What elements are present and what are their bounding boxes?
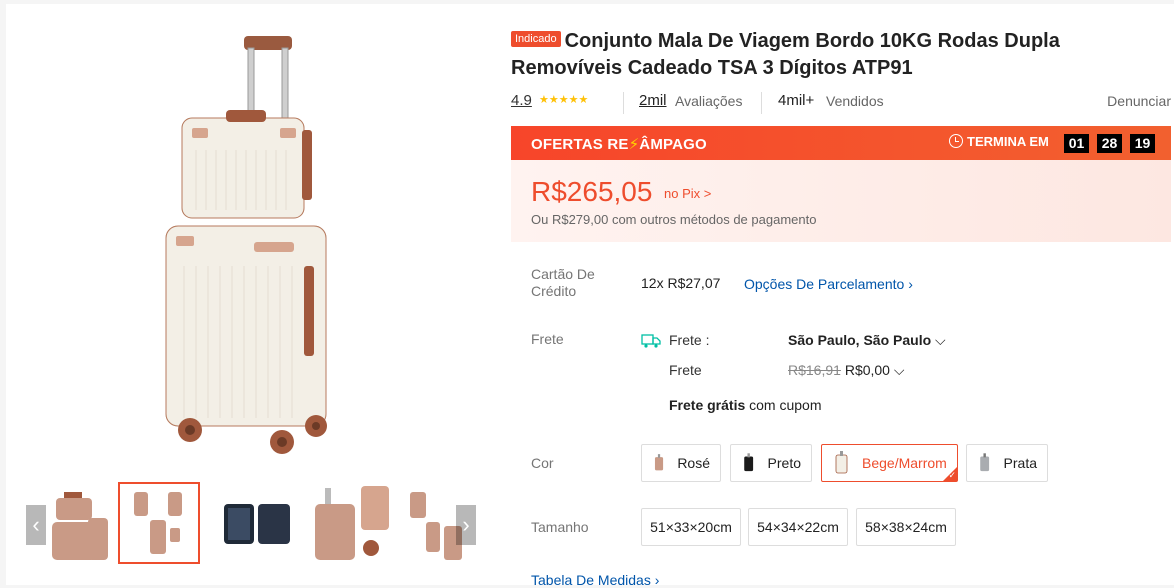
free-shipping-bold: Frete grátis (669, 397, 746, 413)
chevron-right-icon: › (654, 572, 660, 588)
credit-label: Cartão De Crédito (531, 266, 595, 299)
size-chart-link[interactable]: Tabela De Medidas › (531, 572, 659, 588)
chevron-right-icon: › (908, 276, 913, 292)
truck-icon (641, 334, 661, 348)
installment-options-link[interactable]: Opções De Parcelamento › (744, 276, 913, 292)
sold-label: Vendidos (826, 93, 884, 109)
thumbnail-next-arrow[interactable]: › (456, 505, 476, 545)
product-info: Indicado Conjunto Mala De Viagem Bordo 10… (511, 28, 1171, 588)
reviews-count[interactable]: 2mil (639, 92, 667, 109)
flash-title-part2: ÂMPAGO (639, 136, 707, 153)
star-icon: ★ (578, 94, 589, 106)
star-icon: ★ (558, 94, 569, 106)
color-option-label: Bege/Marrom (862, 455, 947, 471)
product-card: ‹ › Indicado Conjunto Mala De Viagem Bord… (6, 4, 1174, 588)
star-icon: ★ (568, 94, 579, 106)
new-shipping-cost: R$0,00 (844, 362, 890, 378)
suitcase-black-thumb (744, 453, 754, 472)
flash-sale-ends: TERMINA EM (949, 134, 1049, 149)
free-shipping-note: Frete grátis com cupom (669, 397, 822, 413)
thumbnail-4[interactable] (311, 482, 393, 564)
color-option-rose[interactable]: Rosé (641, 444, 721, 482)
shipping-cost[interactable]: R$16,91 R$0,00 ⌵ (788, 362, 905, 379)
color-option-label: Preto (767, 455, 801, 471)
flash-sale-title: OFERTAS RE⚡ÂMPAGO (531, 135, 707, 153)
divider (761, 92, 762, 114)
size-label: Tamanho (531, 519, 589, 535)
shipping-cost-label: Frete (669, 362, 702, 378)
flash-sale-banner: OFERTAS RE⚡ÂMPAGO TERMINA EM 01 28 19 (511, 126, 1171, 160)
suitcase-silver-thumb (980, 453, 990, 472)
old-shipping-cost: R$16,91 (788, 362, 841, 378)
color-label: Cor (531, 455, 554, 471)
pix-link[interactable]: no Pix > (664, 186, 711, 201)
color-option-prata[interactable]: Prata (966, 444, 1048, 482)
color-option-bege-marrom[interactable]: Bege/Marrom ✓ (821, 444, 958, 482)
shipping-location: São Paulo, São Paulo (788, 332, 932, 348)
thumbnail-2[interactable] (118, 482, 200, 564)
chevron-right-icon: › (462, 512, 470, 537)
star-icon: ★ (548, 94, 559, 106)
star-rating: ★★★★★ (539, 93, 588, 106)
shipping-location-select[interactable]: São Paulo, São Paulo ⌵ (788, 332, 946, 349)
product-title-text: Conjunto Mala De Viagem Bordo 10KG Rodas… (511, 30, 1060, 79)
chevron-down-icon: ⌵ (935, 332, 946, 348)
sold-count: 4mil+ (778, 92, 815, 109)
color-option-label: Prata (1003, 455, 1037, 471)
rating-value[interactable]: 4.9 (511, 92, 532, 109)
clock-icon (949, 134, 963, 148)
flash-title-part1: OFERTAS RE (531, 136, 629, 153)
timer-hours: 01 (1064, 134, 1089, 153)
thumbnail-3[interactable] (216, 482, 298, 564)
size-option-54x34x22[interactable]: 54×34×22cm (748, 508, 848, 546)
chevron-down-icon: ⌵ (893, 362, 905, 378)
selected-check-icon: ✓ (943, 467, 957, 481)
shipping-label: Frete (531, 331, 564, 347)
suitcase-beige-thumb (835, 451, 848, 474)
main-product-image[interactable] (136, 30, 356, 470)
timer-minutes: 28 (1097, 134, 1122, 153)
ends-label: TERMINA EM (967, 134, 1049, 149)
size-option-58x38x24[interactable]: 58×38×24cm (856, 508, 956, 546)
color-option-preto[interactable]: Preto (730, 444, 812, 482)
recommended-badge: Indicado (511, 31, 561, 47)
thumbnail-prev-arrow[interactable]: ‹ (26, 505, 46, 545)
color-option-label: Rosé (677, 455, 710, 471)
size-chart-label: Tabela De Medidas (531, 572, 651, 588)
installment-value: 12x R$27,07 (641, 275, 721, 291)
product-stats: 4.9 ★★★★★ 2mil Avaliações 4mil+ Vendidos… (511, 92, 1171, 114)
timer-seconds: 19 (1130, 134, 1155, 153)
product-title: Indicado Conjunto Mala De Viagem Bordo 10… (511, 28, 1171, 82)
chevron-left-icon: ‹ (32, 512, 40, 537)
lightning-icon: ⚡ (628, 136, 640, 153)
other-methods-price: Ou R$279,00 com outros métodos de pagame… (531, 212, 817, 227)
divider (623, 92, 624, 114)
size-option-51x33x20[interactable]: 51×33×20cm (641, 508, 741, 546)
shipping-to-label: Frete : (669, 332, 710, 348)
thumbnail-strip: ‹ › (26, 478, 478, 568)
report-link[interactable]: Denunciar (1107, 93, 1171, 109)
star-icon: ★ (539, 94, 549, 106)
installment-options-label: Opções De Parcelamento (744, 276, 905, 292)
reviews-label: Avaliações (675, 93, 743, 109)
suitcase-rose-thumb (654, 454, 664, 471)
current-price: R$265,05 (531, 176, 653, 207)
thumbnail-1[interactable] (38, 482, 120, 564)
price-section: R$265,05 no Pix > Ou R$279,00 com outros… (511, 160, 1171, 242)
free-shipping-rest: com cupom (749, 397, 822, 413)
